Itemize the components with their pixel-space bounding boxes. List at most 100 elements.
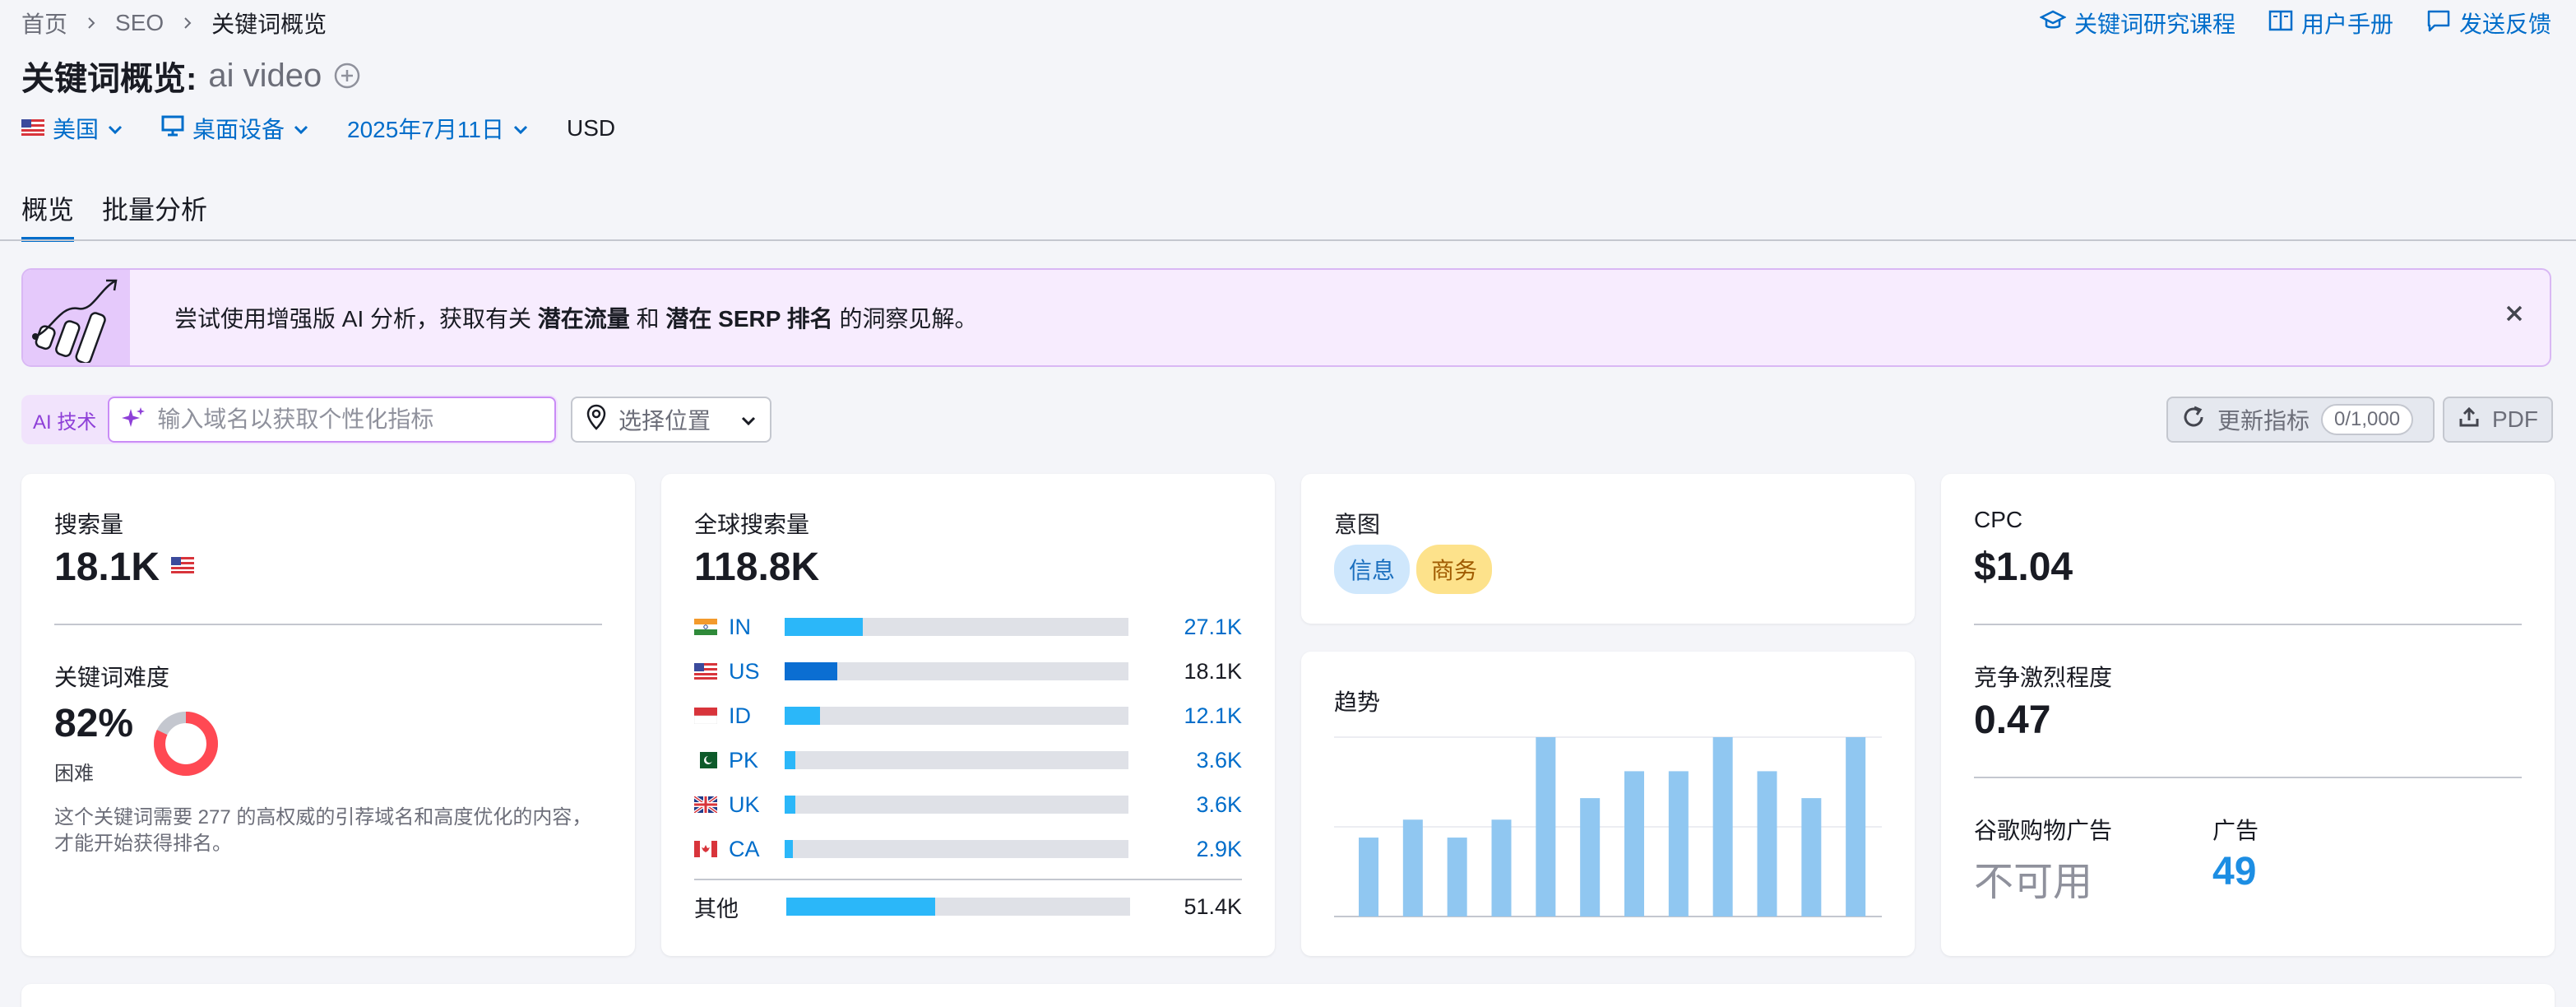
country-code[interactable]: UK <box>729 792 775 818</box>
competition-value: 0.47 <box>1974 698 2051 742</box>
trend-bar[interactable] <box>1580 798 1601 917</box>
country-row-ca: CA 2.9K <box>694 834 1242 864</box>
trend-bar[interactable] <box>1624 771 1644 917</box>
other-label: 其他 <box>694 896 739 921</box>
global-volume-value: 118.8K <box>694 545 820 589</box>
update-metrics-label: 更新指标 <box>2217 408 2310 434</box>
ads-value[interactable]: 49 <box>2212 849 2256 894</box>
country-code[interactable]: IN <box>729 615 775 640</box>
kd-description-line1: 这个关键词需要 277 的高权威的引荐域名和高度优化的内容， <box>54 806 592 828</box>
us-flag-icon <box>21 115 44 142</box>
chevron-right-icon <box>180 16 195 30</box>
ai-domain-input[interactable] <box>157 406 520 433</box>
volume-bar-track <box>785 662 1128 680</box>
banner-text-before: 尝试使用增强版 AI 分析，获取有关 <box>174 306 538 332</box>
trend-bar[interactable] <box>1712 737 1733 917</box>
breadcrumb-home[interactable]: 首页 <box>21 7 67 39</box>
country-volume[interactable]: 3.6K <box>1196 748 1242 773</box>
kd-description: 这个关键词需要 277 的高权威的引荐域名和高度优化的内容， 才能开始获得排名。 <box>54 805 591 857</box>
breadcrumb: 首页 SEO 关键词概览 <box>21 7 327 39</box>
trend-bar[interactable] <box>1359 838 1378 917</box>
location-select[interactable]: 选择位置 <box>571 397 771 443</box>
indonesia-flag-icon <box>694 708 717 724</box>
trend-bar[interactable] <box>1846 737 1866 917</box>
ads-label: 广告 <box>2212 818 2259 843</box>
chevron-down-icon <box>293 115 309 142</box>
ai-tag: AI 技术 <box>33 411 97 434</box>
book-icon <box>2268 9 2293 38</box>
kd-donut-chart <box>154 712 218 776</box>
trend-bar[interactable] <box>1447 838 1467 917</box>
kd-value: 82% <box>54 702 134 745</box>
update-metrics-button[interactable]: 更新指标 0/1,000 <box>2166 397 2435 443</box>
banner-bold-serp: 潜在 SERP 排名 <box>665 306 833 332</box>
global-volume-label: 全球搜索量 <box>694 512 810 537</box>
intent-tag-commercial: 商务 <box>1416 545 1493 594</box>
banner-bold-traffic: 潜在流量 <box>537 306 630 332</box>
graduation-cap-icon <box>2039 9 2067 38</box>
feedback-link[interactable]: 发送反馈 <box>2426 7 2551 39</box>
shopping-ads-label: 谷歌购物广告 <box>1974 818 2113 843</box>
us-flag-icon <box>171 557 195 578</box>
tab-overview[interactable]: 概览 <box>21 181 75 242</box>
page-title-text: 关键词概览: <box>21 61 197 97</box>
country-code[interactable]: ID <box>729 703 775 729</box>
volume-bar-track <box>785 707 1128 725</box>
close-icon[interactable] <box>2504 303 2525 328</box>
competition-label: 竞争激烈程度 <box>1974 665 2113 690</box>
divider <box>54 624 602 625</box>
breadcrumb-seo[interactable]: SEO <box>115 10 164 36</box>
trend-bar[interactable] <box>1801 798 1822 917</box>
chevron-down-icon <box>107 115 123 142</box>
country-code[interactable]: PK <box>729 748 775 773</box>
volume-bar-fill <box>785 796 795 814</box>
uk-flag-icon <box>694 796 717 813</box>
feedback-link-label: 发送反馈 <box>2458 12 2551 37</box>
manual-link[interactable]: 用户手册 <box>2268 7 2393 39</box>
export-pdf-button[interactable]: PDF <box>2443 397 2553 443</box>
country-volume[interactable]: 27.1K <box>1184 615 1242 640</box>
volume-bar-fill <box>785 707 820 725</box>
country-volume[interactable]: 3.6K <box>1196 792 1242 818</box>
divider <box>694 879 1242 880</box>
country-volume[interactable]: 12.1K <box>1184 703 1242 729</box>
volume-difficulty-card: 搜索量 18.1K 关键词难度 82% 困难 这个关键词需要 277 的高权威的… <box>21 474 635 956</box>
tab-bulk-analysis[interactable]: 批量分析 <box>102 181 207 242</box>
device-select[interactable]: 桌面设备 <box>161 112 309 145</box>
currency-label: USD <box>566 115 616 141</box>
desktop-icon <box>161 115 184 142</box>
trend-bar[interactable] <box>1668 771 1689 917</box>
trend-bar[interactable] <box>1402 819 1423 917</box>
volume-bar-track <box>785 751 1128 769</box>
volume-value-wrap: 18.1K <box>54 545 195 590</box>
volume-bar-fill <box>786 898 935 916</box>
course-link-label: 关键词研究课程 <box>2073 12 2235 37</box>
date-select[interactable]: 2025年7月11日 <box>347 112 529 145</box>
cpc-label: CPC <box>1974 507 2023 532</box>
top-links: 关键词研究课程 用户手册 发送反馈 <box>2039 7 2551 39</box>
add-circle-icon[interactable] <box>333 62 361 90</box>
country-volume: 18.1K <box>1184 658 1242 684</box>
device-label: 桌面设备 <box>192 117 285 142</box>
country-volume[interactable]: 2.9K <box>1196 837 1242 862</box>
india-flag-icon <box>694 619 717 635</box>
trend-bar[interactable] <box>1491 819 1512 917</box>
banner-message: 尝试使用增强版 AI 分析，获取有关 潜在流量 和 潜在 SERP 排名 的洞察… <box>174 301 977 334</box>
manual-link-label: 用户手册 <box>2300 12 2393 37</box>
growth-chart-illustration-icon <box>23 270 130 365</box>
cpc-card: CPC $1.04 竞争激烈程度 0.47 谷歌购物广告 不可用 广告 49 <box>1941 474 2555 956</box>
ai-domain-field[interactable] <box>108 397 556 443</box>
trend-bar[interactable] <box>1757 771 1777 917</box>
country-code[interactable]: US <box>729 659 775 684</box>
country-code[interactable]: CA <box>729 837 775 862</box>
breadcrumb-current: 关键词概览 <box>211 12 327 37</box>
course-link[interactable]: 关键词研究课程 <box>2039 7 2235 39</box>
trend-bar[interactable] <box>1536 737 1556 917</box>
country-row-us: US 18.1K <box>694 657 1242 686</box>
canada-flag-icon <box>694 841 717 857</box>
refresh-icon <box>2181 405 2206 435</box>
ai-promo-banner: 尝试使用增强版 AI 分析，获取有关 潜在流量 和 潜在 SERP 排名 的洞察… <box>21 268 2551 367</box>
country-label: 美国 <box>53 117 100 142</box>
volume-bar-track <box>786 898 1130 916</box>
country-select[interactable]: 美国 <box>21 112 123 145</box>
